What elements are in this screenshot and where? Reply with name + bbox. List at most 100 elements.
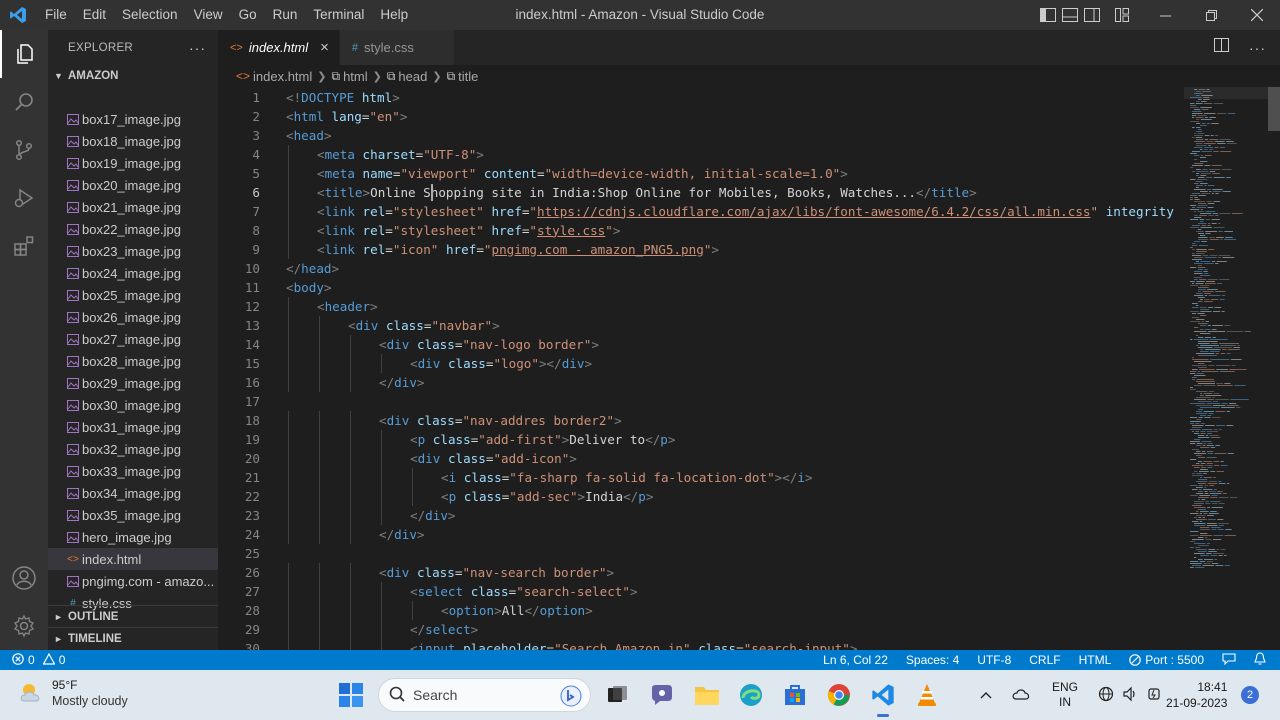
breadcrumb-item[interactable]: title (458, 69, 478, 84)
tab-index-html[interactable]: <> index.html × (218, 30, 340, 65)
outline-section[interactable]: ► OUTLINE (48, 605, 218, 627)
file-item[interactable]: box20_image.jpg (48, 174, 218, 196)
notification-badge[interactable]: 2 (1241, 686, 1259, 704)
code-text: <!DOCTYPE html> (286, 88, 400, 107)
file-item[interactable]: pngimg.com - amazo... (48, 570, 218, 592)
minimap-line (1200, 349, 1204, 350)
file-explorer-icon[interactable] (693, 681, 721, 709)
toggle-panel-icon[interactable] (1062, 7, 1078, 23)
more-actions-icon[interactable]: ··· (1249, 40, 1266, 56)
close-icon[interactable]: × (320, 39, 329, 56)
indentation[interactable]: Spaces: 4 (906, 653, 959, 667)
restore-button[interactable] (1188, 0, 1234, 30)
menu-help[interactable]: Help (372, 0, 416, 30)
file-item[interactable]: box23_image.jpg (48, 240, 218, 262)
timeline-section[interactable]: ► TIMELINE (48, 627, 218, 649)
taskbar-clock[interactable]: 18:41 21-09-2023 (1166, 679, 1227, 711)
vscode-taskbar-icon[interactable] (869, 681, 897, 717)
breadcrumb-item[interactable]: head (398, 69, 427, 84)
folder-header[interactable]: ▼ AMAZON (48, 65, 218, 87)
accounts-icon[interactable] (0, 554, 48, 602)
minimap[interactable] (1184, 87, 1268, 650)
file-item[interactable]: box28_image.jpg (48, 350, 218, 372)
menu-view[interactable]: View (186, 0, 231, 30)
minimap-line (1200, 157, 1206, 158)
menu-go[interactable]: Go (231, 0, 265, 30)
settings-gear-icon[interactable] (0, 602, 48, 650)
indent-guide (319, 486, 320, 506)
minimize-button[interactable] (1142, 0, 1188, 30)
split-editor-icon[interactable] (1214, 38, 1229, 57)
feedback-icon[interactable] (1222, 652, 1236, 668)
language-mode[interactable]: HTML (1079, 653, 1112, 667)
file-item[interactable]: box35_image.jpg (48, 504, 218, 526)
breadcrumb-item[interactable]: index.html (253, 69, 312, 84)
battery-charging-icon[interactable] (1146, 686, 1162, 705)
code-token: meta (324, 146, 355, 162)
microsoft-store-icon[interactable] (781, 681, 809, 709)
file-item[interactable]: box18_image.jpg (48, 130, 218, 152)
file-item[interactable]: box34_image.jpg (48, 482, 218, 504)
breadcrumb-item[interactable]: html (343, 69, 368, 84)
file-item[interactable]: box22_image.jpg (48, 218, 218, 240)
file-item[interactable]: box25_image.jpg (48, 284, 218, 306)
file-item[interactable]: box27_image.jpg (48, 328, 218, 350)
edge-browser-icon[interactable] (737, 681, 765, 709)
task-view-icon[interactable] (604, 681, 632, 709)
toggle-primary-sidebar-icon[interactable] (1040, 7, 1056, 23)
source-control-icon[interactable] (0, 126, 48, 174)
weather-widget[interactable]: 95°F Mostly cloudy (18, 677, 128, 709)
file-item[interactable]: box24_image.jpg (48, 262, 218, 284)
file-item[interactable]: box19_image.jpg (48, 152, 218, 174)
minimap-line (1228, 349, 1240, 350)
menu-edit[interactable]: Edit (75, 0, 114, 30)
menu-terminal[interactable]: Terminal (305, 0, 372, 30)
file-item[interactable]: box31_image.jpg (48, 416, 218, 438)
volume-speaker-icon[interactable] (1122, 686, 1138, 705)
encoding[interactable]: UTF-8 (977, 653, 1011, 667)
taskbar-search[interactable]: Search (378, 678, 591, 712)
file-item[interactable]: box29_image.jpg (48, 372, 218, 394)
line-ending[interactable]: CRLF (1029, 653, 1060, 667)
teams-chat-icon[interactable] (648, 681, 676, 709)
code-token: </ (524, 602, 540, 618)
minimap-line (1215, 263, 1219, 264)
input-language[interactable]: ENG IN (1052, 680, 1078, 710)
code-editor[interactable]: 1 <!DOCTYPE html> 2 <html lang="en"> 3 <head>… (218, 87, 1184, 650)
close-window-button[interactable] (1234, 0, 1280, 30)
file-item[interactable]: box26_image.jpg (48, 306, 218, 328)
customize-layout-icon[interactable] (1114, 7, 1130, 23)
file-item[interactable]: box17_image.jpg (48, 114, 218, 130)
tab-style-css[interactable]: # style.css (339, 30, 455, 65)
menu-run[interactable]: Run (265, 0, 306, 30)
toggle-secondary-sidebar-icon[interactable] (1084, 7, 1100, 23)
explorer-icon[interactable] (0, 30, 48, 78)
file-item[interactable]: box32_image.jpg (48, 438, 218, 460)
more-actions-button[interactable]: ··· (189, 40, 206, 56)
scroll-thumb[interactable] (1268, 87, 1280, 131)
menu-selection[interactable]: Selection (114, 0, 186, 30)
windows-start-icon[interactable] (339, 683, 363, 710)
network-globe-icon[interactable] (1098, 686, 1114, 705)
file-item[interactable]: hero_image.jpg (48, 526, 218, 548)
menu-file[interactable]: File (37, 0, 75, 30)
cursor-position[interactable]: Ln 6, Col 22 (823, 653, 888, 667)
file-item[interactable]: <> index.html (48, 548, 218, 570)
vlc-player-icon[interactable] (913, 681, 941, 709)
file-item[interactable]: box30_image.jpg (48, 394, 218, 416)
search-icon[interactable] (0, 78, 48, 126)
file-item[interactable]: box21_image.jpg (48, 196, 218, 218)
code-token: </ (410, 621, 426, 637)
code-token: class (416, 564, 455, 580)
vertical-scrollbar[interactable] (1268, 87, 1280, 650)
extensions-icon[interactable] (0, 222, 48, 270)
onedrive-cloud-icon[interactable] (1012, 687, 1030, 704)
chevron-up-icon[interactable] (980, 688, 992, 702)
problems-indicator[interactable]: 0 0 (0, 652, 65, 668)
notifications-bell-icon[interactable] (1254, 652, 1266, 668)
live-server-port[interactable]: Port : 5500 (1129, 653, 1204, 667)
run-debug-icon[interactable] (0, 174, 48, 222)
file-item[interactable]: box33_image.jpg (48, 460, 218, 482)
minimap-line (1198, 89, 1206, 90)
chrome-browser-icon[interactable] (825, 681, 853, 709)
